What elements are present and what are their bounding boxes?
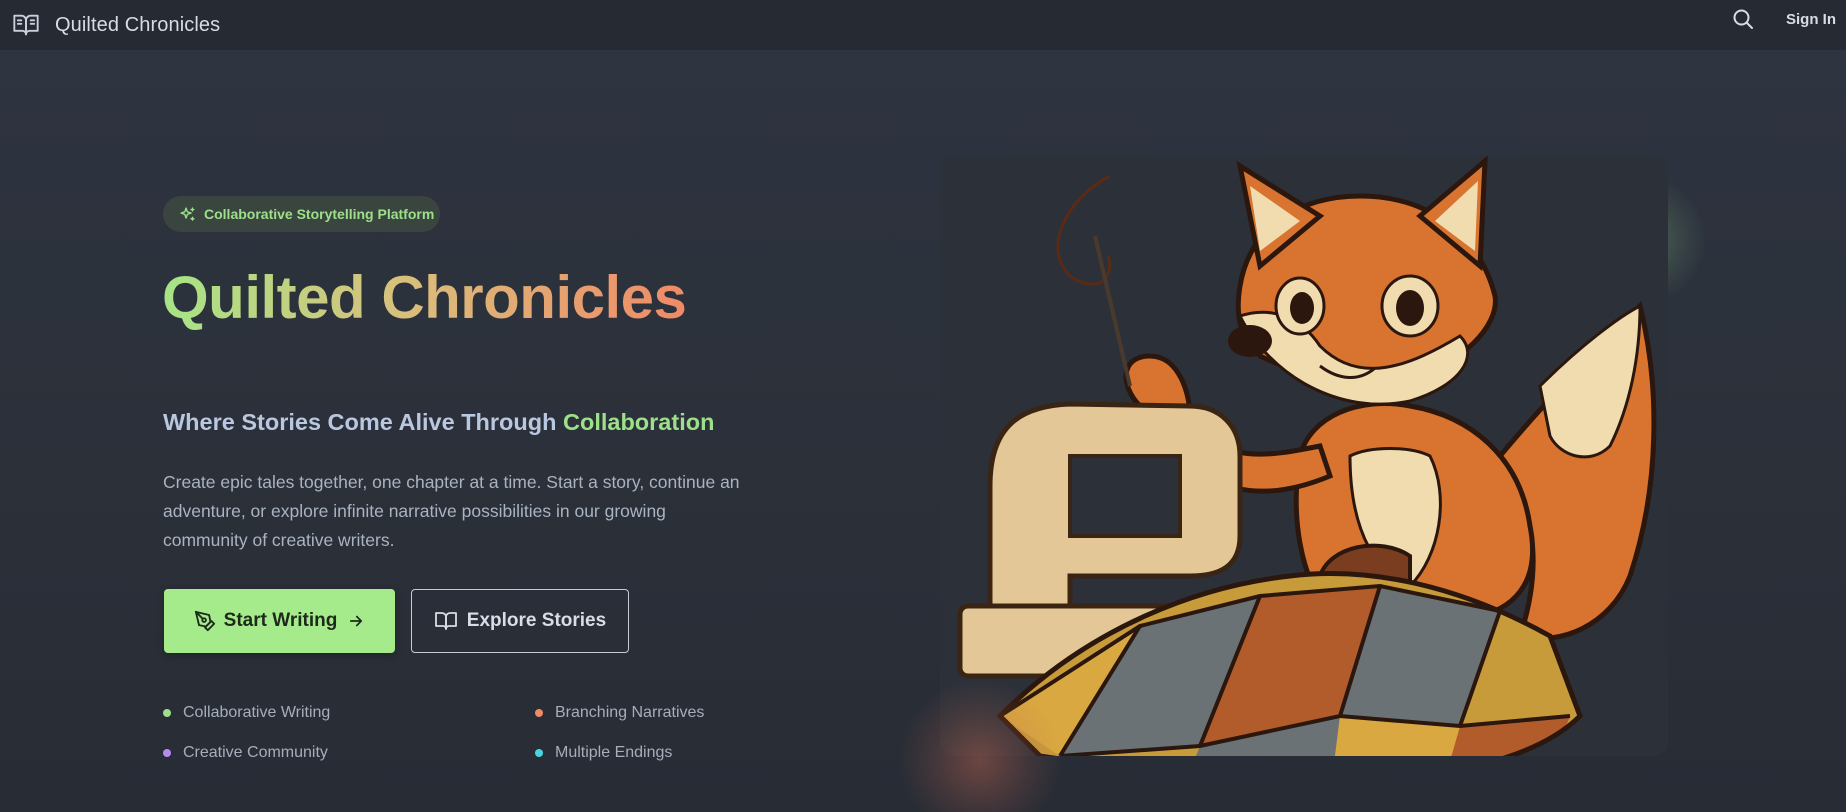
- feature-item: Creative Community: [163, 744, 328, 762]
- explore-stories-button[interactable]: Explore Stories: [411, 589, 629, 653]
- feature-label: Multiple Endings: [555, 744, 673, 761]
- feature-dot: [163, 749, 171, 757]
- badge-label: Collaborative Storytelling Platform: [204, 206, 435, 222]
- feature-item: Multiple Endings: [535, 744, 672, 762]
- subtitle-prefix: Where Stories Come Alive Through: [163, 409, 563, 435]
- pen-tool-icon: [194, 610, 216, 632]
- hero-title: Quilted Chronicles: [162, 262, 687, 334]
- arrow-right-icon: [347, 612, 365, 630]
- feature-dot: [163, 709, 171, 717]
- start-writing-button[interactable]: Start Writing: [164, 589, 395, 653]
- start-writing-label: Start Writing: [223, 610, 338, 631]
- sign-in-link[interactable]: Sign In: [1786, 11, 1836, 28]
- subtitle-accent: Collaboration: [563, 409, 715, 435]
- hero-subtitle: Where Stories Come Alive Through Collabo…: [163, 409, 714, 436]
- fox-sewing-illustration: [940, 156, 1668, 756]
- sparkles-icon: [179, 206, 196, 223]
- header-actions: Sign In: [1728, 0, 1846, 38]
- search-icon[interactable]: [1728, 4, 1758, 34]
- feature-label: Branching Narratives: [555, 704, 705, 721]
- brand-title: Quilted Chronicles: [55, 13, 221, 36]
- brand-link[interactable]: Quilted Chronicles: [12, 6, 220, 44]
- top-navigation-bar: Quilted Chronicles Sign In: [0, 0, 1846, 50]
- open-book-icon: [434, 609, 458, 633]
- open-book-icon: [12, 11, 40, 39]
- platform-badge: Collaborative Storytelling Platform: [163, 196, 440, 232]
- hero-description: Create epic tales together, one chapter …: [163, 472, 740, 550]
- feature-item: Collaborative Writing: [163, 704, 330, 722]
- feature-label: Creative Community: [183, 744, 328, 761]
- feature-label: Collaborative Writing: [183, 704, 331, 721]
- hero-illustration-card: [940, 156, 1668, 756]
- feature-item: Branching Narratives: [535, 704, 704, 722]
- feature-dot: [535, 749, 543, 757]
- explore-stories-label: Explore Stories: [466, 610, 607, 631]
- feature-dot: [535, 709, 543, 717]
